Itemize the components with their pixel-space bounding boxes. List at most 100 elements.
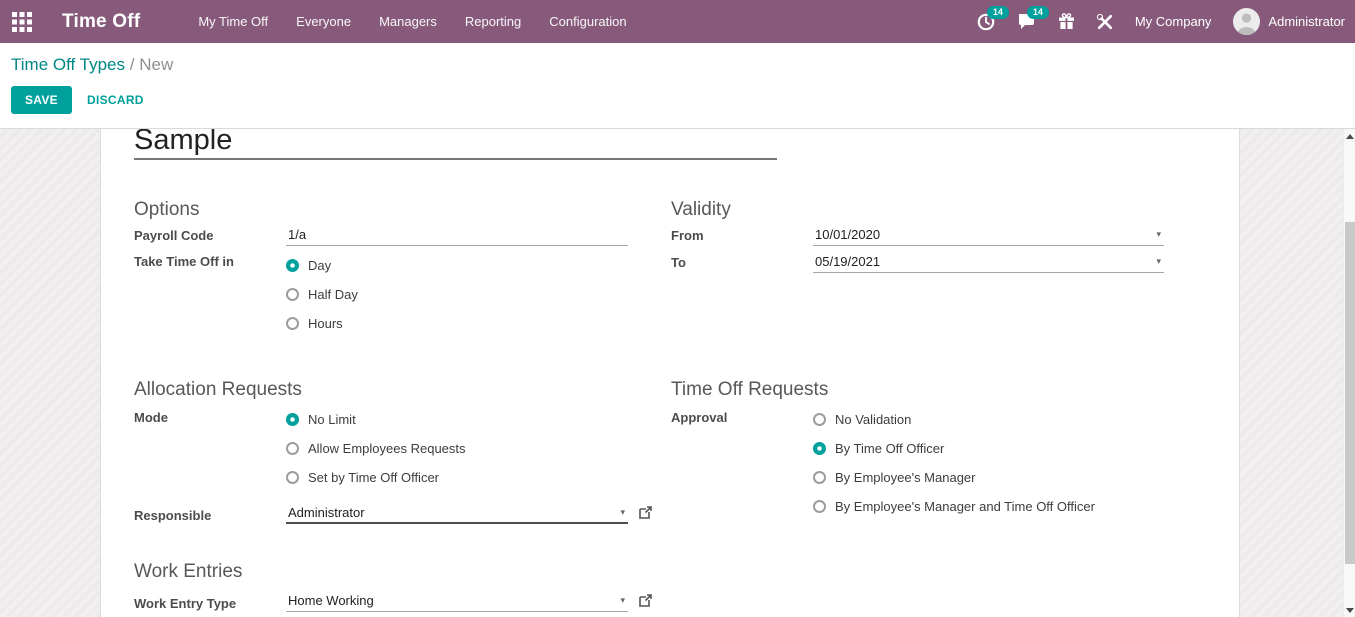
- tools-icon[interactable]: [1097, 14, 1113, 30]
- radio-allow-employees-circle[interactable]: [286, 442, 299, 455]
- validity-to-row: To 05/19/2021 ▾: [671, 252, 1164, 273]
- company-switcher[interactable]: My Company: [1135, 14, 1212, 29]
- mode-row: Mode No Limit Allow Employees Requests S…: [134, 405, 466, 492]
- radio-by-manager-and-officer-circle[interactable]: [813, 500, 826, 513]
- radio-day-label: Day: [308, 258, 331, 273]
- radio-no-validation-label: No Validation: [835, 412, 911, 427]
- validity-from-label: From: [671, 225, 813, 246]
- apps-grid-icon[interactable]: [0, 0, 44, 43]
- payroll-code-input[interactable]: 1/a: [286, 225, 628, 246]
- take-time-off-in-row: Take Time Off in Day Half Day Hours: [134, 251, 358, 338]
- work-entry-type-m2o: Home Working ▾: [286, 591, 652, 612]
- validity-heading: Validity: [671, 199, 731, 221]
- mode-options: No Limit Allow Employees Requests Set by…: [286, 405, 466, 492]
- responsible-value: Administrator: [288, 505, 365, 520]
- systray: 14 14 My Company: [977, 8, 1355, 35]
- breadcrumb-separator: /: [130, 55, 135, 74]
- approval-label: Approval: [671, 405, 813, 521]
- validity-to-input[interactable]: 05/19/2021 ▾: [813, 252, 1164, 273]
- work-entry-type-value: Home Working: [288, 593, 374, 608]
- time-off-type-name-input[interactable]: Sample: [134, 129, 777, 160]
- radio-option-day[interactable]: Day: [286, 251, 358, 280]
- work-entry-type-external-link-icon[interactable]: [639, 594, 652, 607]
- vertical-scrollbar[interactable]: [1343, 129, 1355, 617]
- radio-set-by-officer-label: Set by Time Off Officer: [308, 470, 439, 485]
- radio-allow-employees-label: Allow Employees Requests: [308, 441, 466, 456]
- radio-by-manager-label: By Employee's Manager: [835, 470, 976, 485]
- validity-from-value: 10/01/2020: [815, 227, 880, 242]
- radio-option-no-validation[interactable]: No Validation: [813, 405, 1095, 434]
- options-heading: Options: [134, 199, 199, 221]
- radio-half-day-circle[interactable]: [286, 288, 299, 301]
- radio-no-limit-circle[interactable]: [286, 413, 299, 426]
- form-view: Sample Options Payroll Code 1/a Take Tim…: [0, 128, 1355, 617]
- breadcrumb: Time Off Types / New: [11, 53, 1355, 77]
- radio-by-officer-circle[interactable]: [813, 442, 826, 455]
- payroll-code-value: 1/a: [288, 227, 306, 242]
- gift-icon[interactable]: [1058, 13, 1075, 30]
- responsible-external-link-icon[interactable]: [639, 506, 652, 519]
- radio-option-set-by-officer[interactable]: Set by Time Off Officer: [286, 463, 466, 492]
- validity-from-caret-icon[interactable]: ▾: [1156, 229, 1161, 240]
- messages-badge: 14: [1027, 6, 1049, 19]
- responsible-caret-icon[interactable]: ▾: [620, 507, 625, 518]
- radio-by-manager-circle[interactable]: [813, 471, 826, 484]
- nav-my-time-off[interactable]: My Time Off: [198, 14, 268, 29]
- validity-from-row: From 10/01/2020 ▾: [671, 225, 1164, 246]
- validity-to-caret-icon[interactable]: ▾: [1156, 256, 1161, 267]
- radio-by-officer-label: By Time Off Officer: [835, 441, 944, 456]
- work-entry-type-row: Work Entry Type Home Working ▾: [134, 591, 652, 612]
- approval-options: No Validation By Time Off Officer By Emp…: [813, 405, 1095, 521]
- radio-option-by-manager-and-officer[interactable]: By Employee's Manager and Time Off Offic…: [813, 492, 1095, 521]
- breadcrumb-current: New: [139, 55, 173, 74]
- person-icon: [1233, 8, 1260, 35]
- crossed-tools-icon: [1097, 14, 1113, 30]
- radio-option-allow-employees-requests[interactable]: Allow Employees Requests: [286, 434, 466, 463]
- take-time-off-in-options: Day Half Day Hours: [286, 251, 358, 338]
- nav-configuration[interactable]: Configuration: [549, 14, 626, 29]
- gift-box-icon: [1058, 13, 1075, 30]
- radio-by-manager-and-officer-label: By Employee's Manager and Time Off Offic…: [835, 499, 1095, 514]
- work-entry-type-caret-icon[interactable]: ▾: [620, 595, 625, 606]
- save-button[interactable]: SAVE: [11, 86, 72, 114]
- radio-option-half-day[interactable]: Half Day: [286, 280, 358, 309]
- work-entry-type-input[interactable]: Home Working ▾: [286, 591, 628, 612]
- radio-option-no-limit[interactable]: No Limit: [286, 405, 466, 434]
- scrollbar-up-arrow[interactable]: [1344, 129, 1355, 144]
- take-time-off-in-label: Take Time Off in: [134, 251, 286, 338]
- user-menu[interactable]: Administrator: [1233, 8, 1345, 35]
- responsible-input[interactable]: Administrator ▾: [286, 503, 628, 524]
- responsible-label: Responsible: [134, 503, 286, 524]
- radio-option-by-time-off-officer[interactable]: By Time Off Officer: [813, 434, 1095, 463]
- grid-icon: [12, 12, 32, 32]
- form-sheet: Sample Options Payroll Code 1/a Take Tim…: [100, 129, 1240, 617]
- scrollbar-thumb[interactable]: [1345, 222, 1355, 564]
- top-nav: My Time Off Everyone Managers Reporting …: [198, 14, 626, 29]
- radio-set-by-officer-circle[interactable]: [286, 471, 299, 484]
- radio-option-hours[interactable]: Hours: [286, 309, 358, 338]
- nav-everyone[interactable]: Everyone: [296, 14, 351, 29]
- work-entries-heading: Work Entries: [134, 561, 242, 583]
- scrollbar-down-arrow[interactable]: [1344, 603, 1355, 617]
- allocation-requests-heading: Allocation Requests: [134, 379, 302, 401]
- radio-day-circle[interactable]: [286, 259, 299, 272]
- activities-icon[interactable]: 14: [977, 13, 995, 31]
- validity-from-input[interactable]: 10/01/2020 ▾: [813, 225, 1164, 246]
- control-panel: Time Off Types / New SAVE DISCARD: [0, 43, 1355, 128]
- activities-badge: 14: [987, 6, 1009, 19]
- messages-icon[interactable]: 14: [1017, 13, 1036, 30]
- nav-managers[interactable]: Managers: [379, 14, 437, 29]
- validity-to-value: 05/19/2021: [815, 254, 880, 269]
- radio-hours-circle[interactable]: [286, 317, 299, 330]
- discard-button[interactable]: DISCARD: [87, 93, 144, 107]
- user-avatar: [1233, 8, 1260, 35]
- app-title: Time Off: [62, 11, 140, 33]
- radio-no-validation-circle[interactable]: [813, 413, 826, 426]
- user-name: Administrator: [1268, 14, 1345, 29]
- time-off-requests-heading: Time Off Requests: [671, 379, 828, 401]
- breadcrumb-parent[interactable]: Time Off Types: [11, 55, 125, 74]
- control-panel-buttons: SAVE DISCARD: [11, 86, 1355, 114]
- payroll-code-row: Payroll Code 1/a: [134, 225, 628, 246]
- radio-option-by-employees-manager[interactable]: By Employee's Manager: [813, 463, 1095, 492]
- nav-reporting[interactable]: Reporting: [465, 14, 521, 29]
